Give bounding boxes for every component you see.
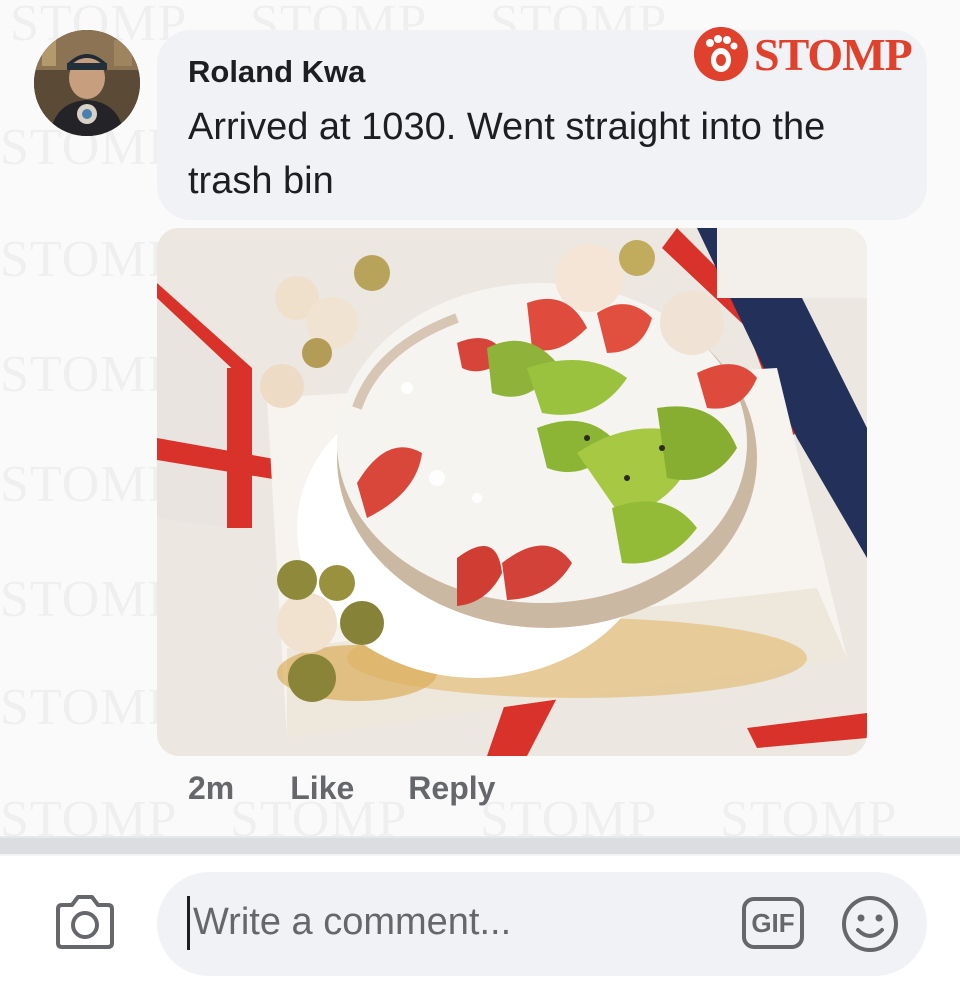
comment-actions: 2m Like Reply [188,768,495,808]
brand-name: STOMP [754,28,913,80]
watermark: STOMP [0,678,177,737]
like-button[interactable]: Like [290,770,354,807]
smiley-face-icon[interactable] [840,894,900,954]
watermark: STOMP [0,455,177,514]
comment-input[interactable] [193,892,693,952]
section-divider [0,836,960,856]
gif-button[interactable]: GIF [742,897,804,949]
text-caret [187,896,190,950]
comment-thread-screen: STOMP STOMP STOMP STOMP STOMP STOMP STOM… [0,0,960,993]
footprint-logo-icon [694,27,748,81]
comment-author[interactable]: Roland Kwa [188,54,365,90]
watermark: STOMP [0,230,177,289]
avatar[interactable] [34,30,140,136]
avatar-photo [34,30,140,136]
comment-timestamp: 2m [188,769,235,806]
watermark: STOMP [0,345,177,404]
comment-photo[interactable] [157,228,867,756]
reply-button[interactable]: Reply [408,770,495,807]
comment-text: Arrived at 1030. Went straight into the … [188,106,826,202]
brand-logo: STOMP [694,26,913,82]
cake-photo [157,228,867,756]
camera-icon[interactable] [52,893,118,951]
watermark: STOMP [0,570,177,629]
